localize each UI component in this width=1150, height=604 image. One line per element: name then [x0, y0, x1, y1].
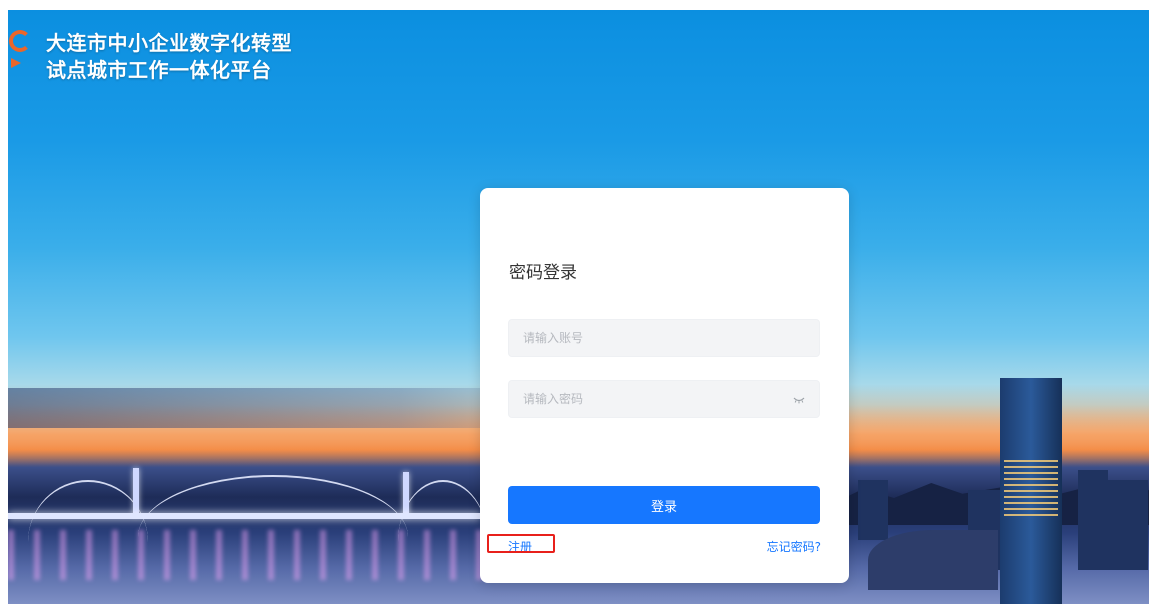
water-reflection — [8, 530, 528, 580]
shore — [868, 530, 998, 590]
building — [1108, 480, 1148, 570]
account-input[interactable] — [509, 320, 819, 356]
forgot-password-link[interactable]: 忘记密码? — [767, 538, 821, 555]
login-card: 密码登录 登录 注册 忘记密码? — [480, 188, 849, 583]
register-highlight-box — [487, 534, 555, 553]
bridge-cable — [138, 475, 408, 537]
brand-title-line1: 大连市中小企业数字化转型 — [46, 31, 292, 55]
brand-title: 大连市中小企业数字化转型 试点城市工作一体化平台 — [46, 30, 292, 84]
tower-lights — [1004, 460, 1058, 520]
account-field — [508, 319, 820, 357]
building — [858, 480, 888, 540]
password-input[interactable] — [509, 381, 819, 417]
login-button[interactable]: 登录 — [508, 486, 820, 524]
bridge-tower — [403, 472, 409, 516]
bridge-tower — [133, 468, 139, 516]
brand-title-line2: 试点城市工作一体化平台 — [46, 58, 272, 82]
login-title: 密码登录 — [509, 263, 577, 283]
bridge-deck — [8, 513, 480, 519]
eye-closed-icon[interactable] — [793, 396, 805, 404]
password-field — [508, 380, 820, 418]
building — [1078, 470, 1108, 570]
platform-logo-icon — [9, 30, 31, 78]
